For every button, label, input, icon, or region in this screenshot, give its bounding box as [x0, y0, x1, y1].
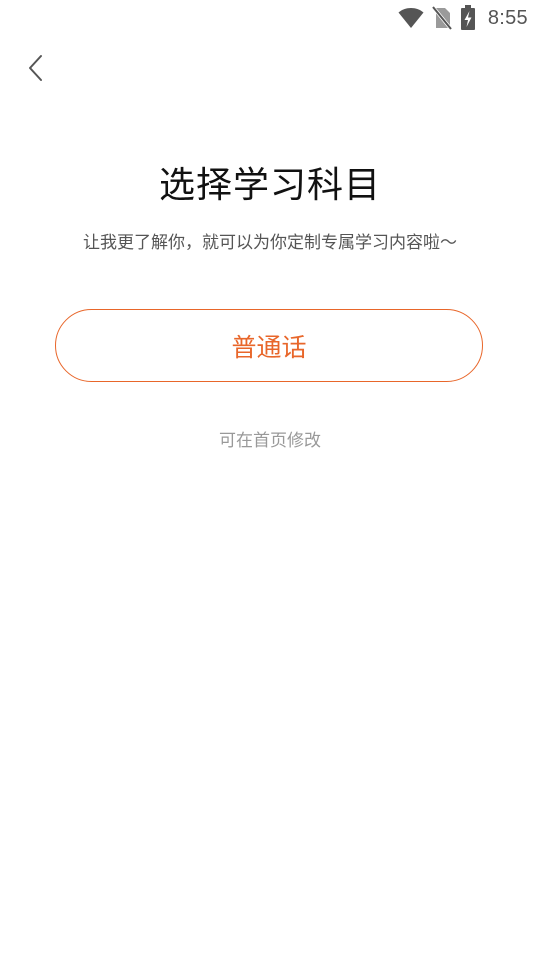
hint-text: 可在首页修改 [219, 431, 321, 451]
subject-option-mandarin[interactable]: 普通话 [55, 309, 483, 382]
page-subtitle: 让我更了解你，就可以为你定制专属学习内容啦～ [83, 233, 457, 253]
status-bar: 8:55 [0, 0, 540, 36]
no-sim-icon [431, 6, 452, 30]
page-title: 选择学习科目 [158, 165, 381, 206]
wifi-icon [398, 7, 424, 29]
chevron-left-icon [28, 54, 44, 86]
status-time: 8:55 [487, 6, 528, 29]
status-icons: 8:55 [398, 4, 528, 32]
subject-selection-screen: 8:55 选择学习科目 让我更了解你，就可以为你定制专属学习内容啦～ 普通话 可… [0, 0, 540, 960]
battery-charging-icon [460, 5, 476, 31]
back-button[interactable] [16, 50, 56, 90]
subject-option-label: 普通话 [231, 332, 307, 362]
